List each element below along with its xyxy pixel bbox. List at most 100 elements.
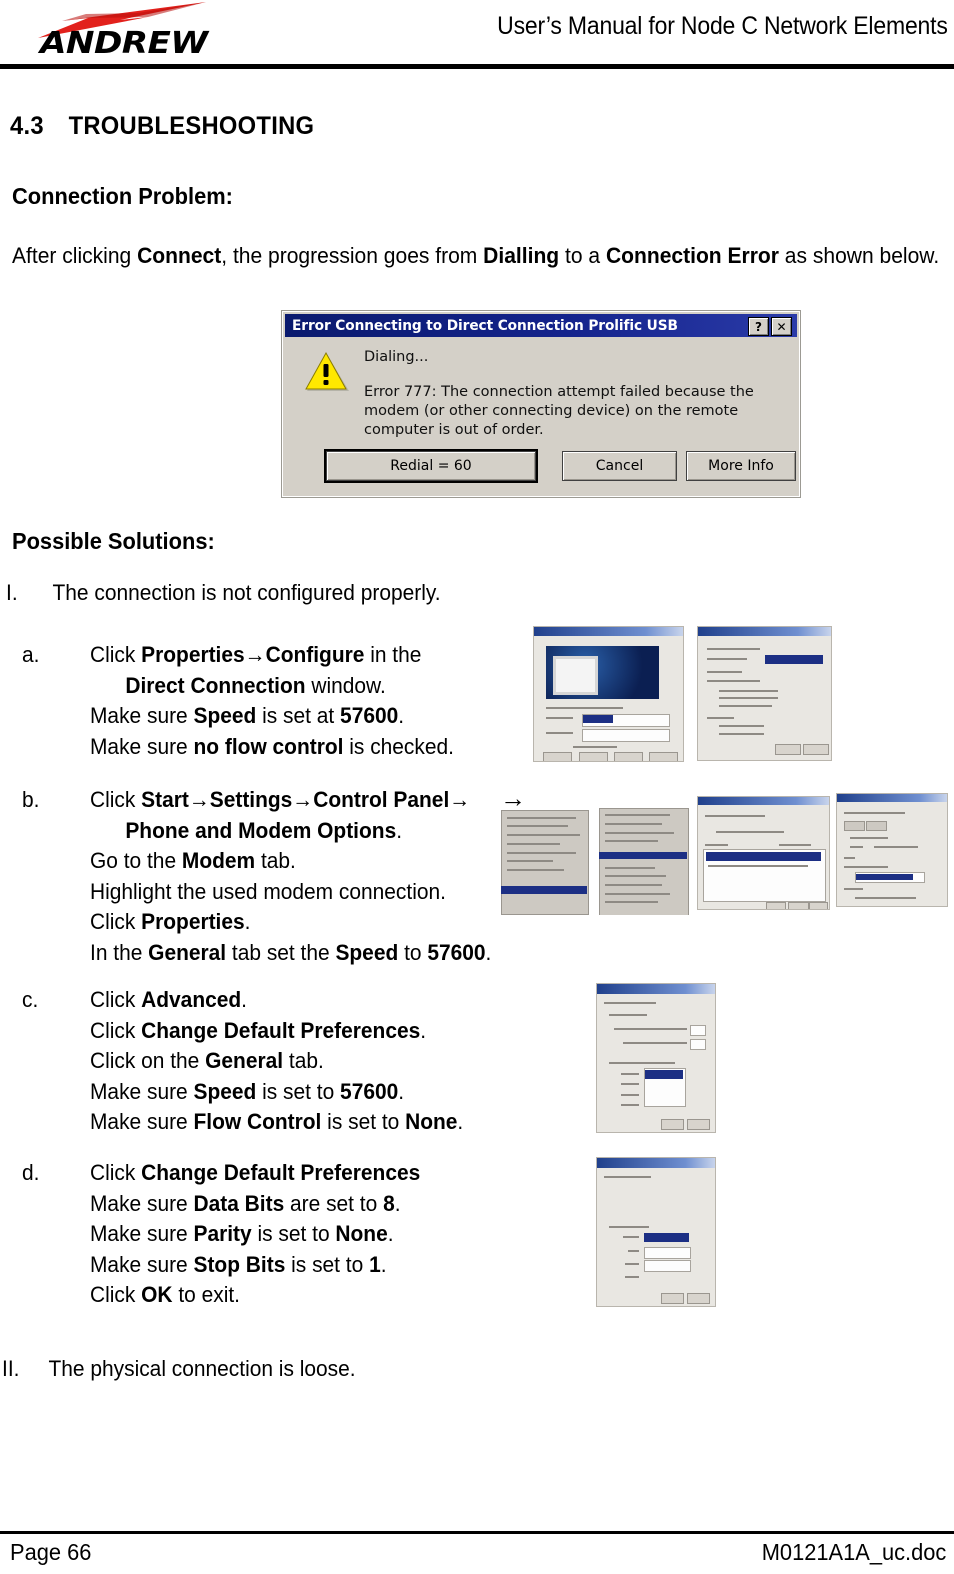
thumb-dropdown-selection — [645, 1069, 684, 1079]
thumb-title-bar — [534, 627, 683, 637]
thumb-tab-other — [865, 820, 888, 831]
step-line: Click Properties→Configure in the — [90, 642, 422, 667]
list-marker: a. — [22, 642, 40, 667]
step-line: Make sure no flow control is checked. — [90, 733, 454, 759]
more-info-button[interactable]: More Info — [686, 451, 796, 481]
submenu-item — [604, 883, 663, 886]
step-line: Direct Connection window. — [125, 672, 386, 698]
page-title: 4.3 TROUBLESHOOTING — [10, 112, 314, 141]
list-marker: c. — [22, 987, 39, 1012]
thumb-button — [578, 751, 608, 761]
submenu-item — [604, 892, 670, 895]
step-line: Make sure Parity is set to None. — [90, 1221, 394, 1246]
thumb-checkbox-row — [719, 697, 778, 700]
thumb-button — [803, 744, 829, 756]
thumb-cancel-button — [686, 1118, 710, 1130]
thumbnail-advanced-preferences-dialog — [596, 983, 716, 1133]
thumb-button — [788, 902, 809, 909]
intro-paragraph: After clicking Connect, the progression … — [12, 240, 939, 271]
step-line: Make sure Speed is set at 57600. — [90, 703, 405, 728]
thumb-label — [604, 1175, 652, 1178]
thumb-label — [620, 1093, 640, 1096]
thumbnail-change-default-preferences-dialog — [596, 1157, 716, 1307]
menu-item — [506, 816, 576, 819]
thumb-label — [843, 811, 906, 814]
andrew-logo: ANDREW — [18, 2, 223, 64]
redial-button[interactable]: Redial = 60 — [324, 449, 538, 483]
solution-step-d: d. Click Change Default Preferences Make … — [22, 1158, 445, 1311]
menu-item — [506, 860, 553, 863]
thumbnail-direct-connection-window — [533, 626, 684, 762]
submenu-item — [604, 901, 659, 904]
cancel-button[interactable]: Cancel — [562, 451, 677, 481]
footer-page-number: Page 66 — [10, 1539, 92, 1565]
menu-item — [506, 868, 565, 871]
thumb-group-label — [843, 888, 864, 891]
dialog-button-row: Redial = 60 Cancel More Info — [282, 449, 800, 485]
dialog-title: Error Connecting to Direct Connection Pr… — [292, 317, 678, 334]
thumb-label-stop-bits — [625, 1263, 640, 1266]
thumb-checkbox-row — [719, 705, 773, 708]
thumb-label — [850, 836, 888, 839]
close-icon[interactable]: ✕ — [771, 317, 792, 336]
menu-item — [506, 833, 580, 836]
thumb-label — [545, 716, 573, 719]
footer-divider — [0, 1531, 954, 1534]
thumb-checkbox-row — [719, 733, 765, 736]
thumb-label — [545, 731, 573, 734]
list-marker: I. — [6, 580, 18, 605]
thumb-button — [775, 744, 802, 756]
thumb-checkbox-row — [572, 746, 618, 749]
thumb-button — [614, 751, 644, 761]
thumb-label — [716, 830, 785, 833]
thumb-dropdown — [644, 1246, 692, 1260]
thumb-selection — [583, 715, 613, 724]
thumb-label — [874, 845, 919, 848]
thumb-label — [620, 1072, 640, 1075]
solution-step-b: b. Click Start→Settings→Control Panel→ Ph… — [22, 785, 522, 968]
dialog-error-message: Error 777: The connection attempt failed… — [364, 384, 754, 438]
intro-bold-dialling: Dialling — [483, 243, 560, 268]
thumb-title-bar — [597, 1158, 715, 1169]
thumb-label — [707, 648, 761, 651]
step-line: Make sure Stop Bits is set to 1. — [90, 1251, 387, 1277]
thumb-line — [545, 707, 624, 710]
thumb-checkbox-row — [719, 689, 778, 692]
intro-bold-connection-error: Connection Error — [605, 243, 779, 268]
thumb-ok-button — [660, 1118, 684, 1130]
thumb-checkbox-row — [854, 897, 917, 900]
thumb-cancel-button — [686, 1292, 710, 1304]
thumb-title-bar — [597, 984, 715, 995]
thumb-spinner — [690, 1038, 707, 1050]
submenu-item — [604, 831, 674, 834]
thumb-ok-button — [660, 1292, 684, 1304]
thumb-title-bar — [698, 797, 829, 805]
thumb-group-label — [843, 865, 888, 868]
step-line: Make sure Speed is set to 57600. — [90, 1078, 405, 1104]
help-icon[interactable]: ? — [748, 317, 769, 336]
solution-item-ii: II. The physical connection is loose. — [2, 1356, 356, 1382]
step-line: Click Start→Settings→Control Panel→ — [90, 787, 471, 812]
list-item-text: The physical connection is loose. — [48, 1356, 356, 1381]
thumb-title-bar — [837, 794, 947, 802]
intro-text-2: , the progression goes from — [221, 243, 484, 268]
dialog-title-bar: Error Connecting to Direct Connection Pr… — [285, 314, 797, 337]
thumb-input — [581, 728, 671, 742]
step-lines: Click Properties→Configure in the Direct … — [90, 640, 454, 762]
thumb-spinner — [690, 1025, 707, 1037]
thumb-label — [620, 1083, 640, 1086]
step-line: Click Properties. — [90, 909, 251, 934]
warning-triangle-icon — [305, 351, 349, 391]
step-line: Click on the General tab. — [90, 1048, 324, 1073]
thumbnail-start-menu-cascade — [499, 808, 691, 915]
thumb-label — [604, 1001, 656, 1004]
step-line: Make sure Data Bits are set to 8. — [90, 1190, 401, 1216]
step-line: Make sure Flow Control is set to None. — [90, 1109, 464, 1134]
error-dialog-screenshot: Error Connecting to Direct Connection Pr… — [281, 310, 801, 498]
step-line: Click OK to exit. — [90, 1282, 241, 1307]
thumb-button — [648, 751, 678, 761]
dialog-status-text: Dialing... — [364, 349, 429, 365]
section-number: 4.3 — [10, 112, 44, 140]
thumbnail-phone-and-modem-options — [697, 796, 830, 910]
section-title: TROUBLESHOOTING — [68, 112, 315, 140]
